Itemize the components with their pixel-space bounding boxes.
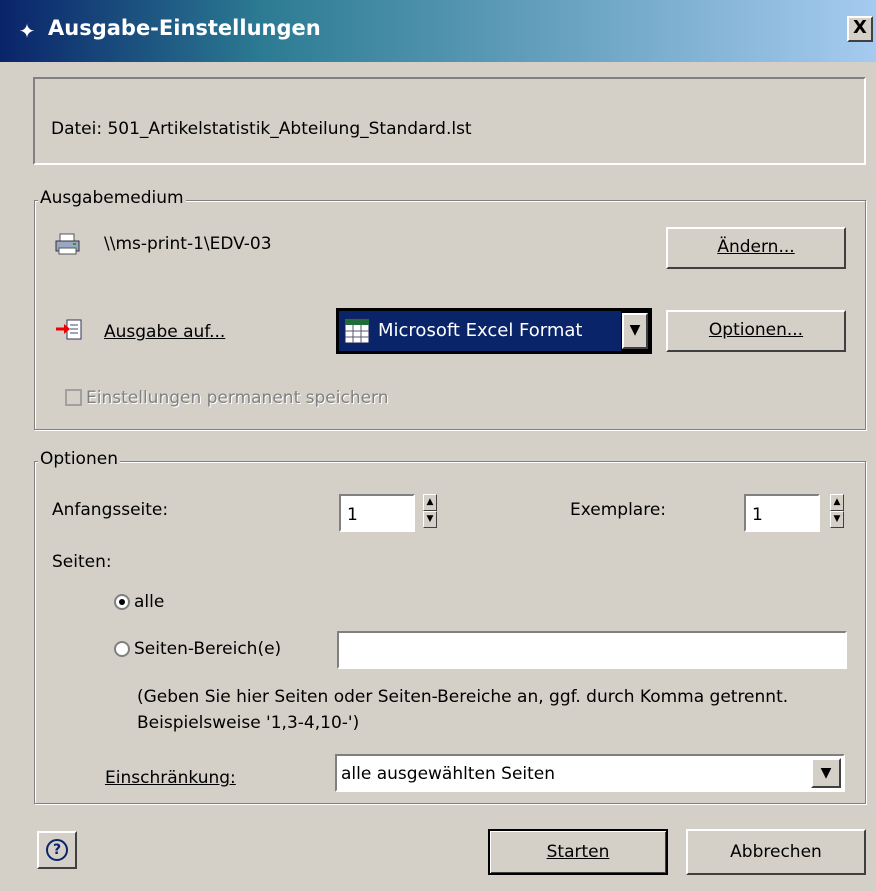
spin-down-icon[interactable]: ▼ — [830, 511, 844, 528]
start-button-label: Starten — [546, 842, 610, 862]
radio-all-label: alle — [134, 592, 165, 612]
restriction-label: Einschränkung: — [105, 768, 236, 788]
range-hint: (Geben Sie hier Seiten oder Seiten-Berei… — [137, 687, 789, 733]
save-permanent-label: Einstellungen permanent speichern — [86, 388, 389, 408]
start-page-input[interactable]: 1 — [339, 494, 415, 532]
spin-up-icon[interactable]: ▲ — [423, 494, 437, 511]
page-range-input[interactable] — [337, 631, 847, 669]
spin-up-icon[interactable]: ▲ — [830, 494, 844, 511]
output-to-label: Ausgabe auf... — [104, 322, 226, 342]
dropdown-arrow-icon: ▼ — [629, 322, 641, 338]
restriction-value: alle ausgewählten Seiten — [341, 764, 556, 784]
excel-icon — [344, 318, 370, 344]
format-options-button[interactable]: Optionen... — [666, 310, 846, 352]
file-panel: Datei: 501_Artikelstatistik_Abteilung_St… — [33, 77, 866, 165]
copies-spinner[interactable]: ▲ ▼ — [830, 494, 844, 528]
copies-input[interactable]: 1 — [744, 494, 820, 532]
save-permanent-checkbox[interactable] — [65, 389, 82, 406]
cancel-button[interactable]: Abbrechen — [686, 829, 866, 875]
spin-down-icon[interactable]: ▼ — [423, 511, 437, 528]
copies-value: 1 — [752, 505, 763, 525]
format-dropdown-button[interactable]: ▼ — [622, 313, 648, 349]
radio-all-dot — [119, 599, 125, 605]
printer-icon — [55, 233, 80, 255]
options-button-label: Optionen... — [708, 320, 804, 340]
start-button[interactable]: Starten — [488, 829, 668, 875]
export-arrow-icon — [56, 319, 82, 340]
radio-range-label: Seiten-Bereich(e) — [134, 639, 282, 659]
format-select[interactable]: Microsoft Excel Format ▼ — [336, 308, 652, 354]
restriction-select[interactable]: alle ausgewählten Seiten ▼ — [335, 754, 845, 792]
change-printer-button[interactable]: Ändern... — [666, 227, 846, 269]
options-legend: Optionen — [38, 449, 120, 469]
help-icon: ? — [46, 839, 68, 861]
restriction-dropdown-button[interactable]: ▼ — [811, 758, 841, 788]
change-button-label: Ändern... — [717, 237, 795, 257]
radio-all[interactable] — [114, 594, 130, 610]
pages-label: Seiten: — [52, 552, 112, 572]
start-page-label: Anfangsseite: — [52, 500, 169, 520]
format-selected: Microsoft Excel Format — [378, 320, 583, 341]
copies-label: Exemplare: — [570, 500, 667, 520]
start-page-spinner[interactable]: ▲ ▼ — [423, 494, 437, 528]
start-page-value: 1 — [347, 505, 358, 525]
dropdown-arrow-icon: ▼ — [820, 765, 832, 781]
settings-icon: ✦ — [18, 19, 36, 43]
output-medium-legend: Ausgabemedium — [38, 188, 186, 208]
close-button[interactable]: X — [847, 16, 873, 42]
window-title: Ausgabe-Einstellungen — [48, 16, 321, 40]
file-label: Datei: 501_Artikelstatistik_Abteilung_St… — [51, 119, 472, 139]
radio-range[interactable] — [114, 641, 130, 657]
help-button[interactable]: ? — [37, 831, 77, 869]
page-range-value — [339, 633, 845, 641]
printer-name: \\ms-print-1\EDV-03 — [104, 234, 272, 254]
